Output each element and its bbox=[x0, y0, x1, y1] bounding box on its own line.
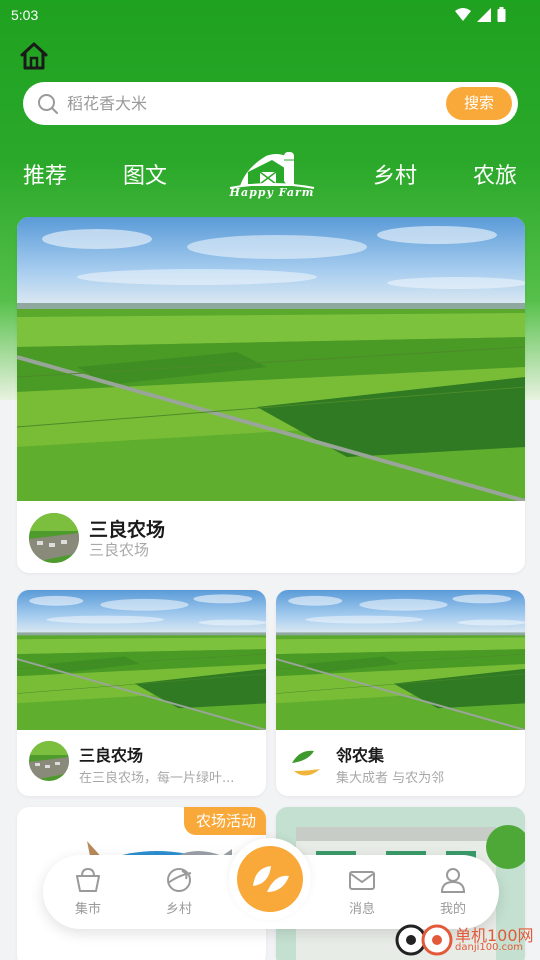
logo-text: Happy Farm bbox=[229, 186, 315, 199]
featured-farm-image bbox=[17, 217, 525, 501]
linnongji-logo bbox=[286, 741, 328, 781]
nav-countryside-label: 乡村 bbox=[165, 902, 192, 917]
grid-card-subtitle: 在三良农场，每一片绿叶... bbox=[79, 771, 235, 786]
grid-card-image bbox=[17, 590, 266, 730]
home-button[interactable] bbox=[18, 40, 50, 72]
mail-icon bbox=[349, 871, 375, 890]
nav-countryside[interactable]: 乡村 bbox=[149, 865, 209, 917]
home-icon bbox=[20, 42, 48, 70]
status-bar: 5:03 bbox=[0, 0, 540, 32]
tab-articles[interactable]: 图文 bbox=[123, 158, 167, 190]
nav-profile[interactable]: 我的 bbox=[423, 865, 483, 917]
search-icon bbox=[38, 94, 58, 114]
watermark: 单机100网 danji100.com bbox=[395, 920, 540, 960]
activity-badge: 农场活动 bbox=[183, 807, 266, 835]
nav-messages-label: 消息 bbox=[348, 902, 375, 917]
watermark-logo bbox=[395, 924, 453, 956]
nav-profile-label: 我的 bbox=[439, 902, 466, 917]
barn-icon bbox=[229, 152, 315, 189]
grid-card-image bbox=[276, 590, 525, 730]
search-input[interactable] bbox=[67, 90, 437, 117]
tab-agritourism[interactable]: 农旅 bbox=[473, 158, 517, 190]
watermark-sub: danji100.com bbox=[455, 942, 523, 953]
grid-card-subtitle: 集大成者 与农为邻 bbox=[336, 771, 445, 786]
person-icon bbox=[440, 868, 466, 893]
grid-card-title: 邻农集 bbox=[336, 746, 385, 765]
tab-recommend[interactable]: 推荐 bbox=[23, 158, 67, 190]
grid-card-title: 三良农场 bbox=[79, 746, 144, 765]
leaf-planet-icon bbox=[167, 868, 192, 892]
happy-farm-logo[interactable]: Happy Farm bbox=[226, 148, 318, 202]
basket-icon bbox=[76, 867, 100, 892]
featured-subtitle: 三良农场 bbox=[89, 541, 150, 559]
center-action-button[interactable] bbox=[229, 838, 311, 920]
wifi-icon bbox=[455, 7, 471, 21]
tab-countryside[interactable]: 乡村 bbox=[373, 158, 417, 190]
status-time: 5:03 bbox=[11, 7, 39, 23]
featured-card[interactable]: 三良农场 三良农场 bbox=[17, 217, 525, 573]
nav-market-label: 集市 bbox=[74, 902, 101, 917]
signal-icon bbox=[477, 7, 491, 22]
grid-card-avatar bbox=[29, 741, 69, 781]
grid-card-sanliang[interactable]: 三良农场 在三良农场，每一片绿叶... bbox=[17, 590, 266, 796]
featured-title: 三良农场 bbox=[89, 519, 166, 541]
leaf-icon bbox=[253, 866, 289, 892]
search-bar: 搜索 bbox=[23, 82, 518, 125]
search-button[interactable]: 搜索 bbox=[446, 87, 512, 120]
nav-market[interactable]: 集市 bbox=[58, 865, 118, 917]
battery-icon bbox=[497, 7, 506, 22]
featured-avatar bbox=[29, 513, 79, 563]
nav-messages[interactable]: 消息 bbox=[332, 865, 392, 917]
grid-card-linnongji[interactable]: 邻农集 集大成者 与农为邻 bbox=[276, 590, 525, 796]
